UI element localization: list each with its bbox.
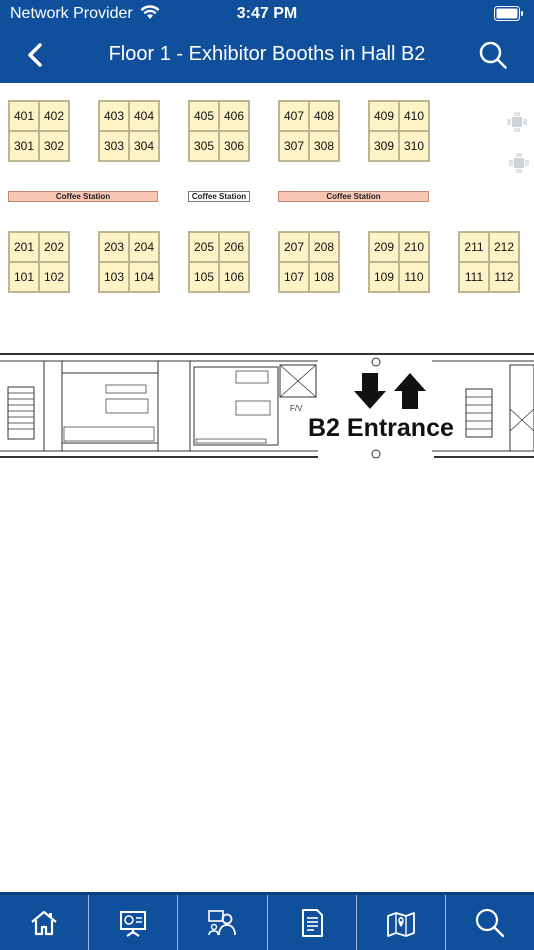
floor-plan-drawing: F/V (0, 353, 534, 459)
booth[interactable]: 309 (369, 131, 399, 161)
tab-search[interactable] (446, 895, 534, 950)
booth-block: 403 404 303 304 (98, 100, 160, 162)
booth[interactable]: 107 (279, 262, 309, 292)
clock: 3:47 PM (236, 5, 298, 22)
coffee-station[interactable]: Coffee Station (188, 191, 250, 202)
booth[interactable]: 306 (219, 131, 249, 161)
booth[interactable]: 407 (279, 101, 309, 131)
booth-block: 211 212 111 112 (458, 231, 520, 293)
booth[interactable]: 101 (9, 262, 39, 292)
booth[interactable]: 207 (279, 232, 309, 262)
status-bar: Network Provider 3:47 PM (0, 0, 534, 28)
booth-block: 405 406 305 306 (188, 100, 250, 162)
table-marker-icon (509, 153, 529, 173)
booth[interactable]: 301 (9, 131, 39, 161)
booth[interactable]: 208 (309, 232, 339, 262)
booth[interactable]: 406 (219, 101, 249, 131)
booth-block: 203 204 103 104 (98, 231, 160, 293)
booth[interactable]: 404 (129, 101, 159, 131)
booth[interactable]: 104 (129, 262, 159, 292)
booth[interactable]: 210 (399, 232, 429, 262)
booth[interactable]: 310 (399, 131, 429, 161)
booth-block: 409 410 309 310 (368, 100, 430, 162)
coffee-station[interactable]: Coffee Station (8, 191, 158, 202)
booth[interactable]: 307 (279, 131, 309, 161)
booth[interactable]: 212 (489, 232, 519, 262)
booth[interactable]: 405 (189, 101, 219, 131)
booth[interactable]: 204 (129, 232, 159, 262)
battery-icon (494, 6, 524, 26)
tab-documents[interactable] (268, 895, 357, 950)
booth[interactable]: 202 (39, 232, 69, 262)
svg-text:F/V: F/V (290, 404, 303, 413)
booth-block: 407 408 307 308 (278, 100, 340, 162)
chevron-left-icon (28, 43, 42, 67)
booth[interactable]: 108 (309, 262, 339, 292)
booth[interactable]: 408 (309, 101, 339, 131)
booth[interactable]: 201 (9, 232, 39, 262)
booth[interactable]: 209 (369, 232, 399, 262)
booth[interactable]: 103 (99, 262, 129, 292)
booth[interactable]: 109 (369, 262, 399, 292)
search-icon (475, 908, 505, 937)
booth[interactable]: 401 (9, 101, 39, 131)
booth[interactable]: 110 (399, 262, 429, 292)
booth[interactable]: 102 (39, 262, 69, 292)
booth[interactable]: 308 (309, 131, 339, 161)
presentation-icon (120, 910, 147, 937)
home-icon (31, 910, 57, 935)
booth[interactable]: 205 (189, 232, 219, 262)
booth-block: 401 402 301 302 (8, 100, 70, 162)
page-title: Floor 1 - Exhibitor Booths in Hall B2 (108, 43, 426, 65)
booth-block: 209 210 109 110 (368, 231, 430, 293)
booth[interactable]: 203 (99, 232, 129, 262)
booth[interactable]: 410 (399, 101, 429, 131)
search-button[interactable] (478, 40, 508, 70)
booth[interactable]: 206 (219, 232, 249, 262)
back-button[interactable] (22, 41, 50, 69)
booth[interactable]: 112 (489, 262, 519, 292)
table-marker-icon (507, 112, 527, 132)
booth[interactable]: 409 (369, 101, 399, 131)
document-icon (301, 908, 323, 937)
coffee-station[interactable]: Coffee Station (278, 191, 429, 202)
booth[interactable]: 303 (99, 131, 129, 161)
tab-map[interactable] (357, 895, 446, 950)
booth[interactable]: 304 (129, 131, 159, 161)
booth[interactable]: 211 (459, 232, 489, 262)
tab-bar (0, 892, 534, 950)
booth-block: 201 202 101 102 (8, 231, 70, 293)
navigation-bar: Floor 1 - Exhibitor Booths in Hall B2 (0, 28, 534, 83)
booth-block: 205 206 105 106 (188, 231, 250, 293)
booth[interactable]: 302 (39, 131, 69, 161)
tab-sessions[interactable] (89, 895, 179, 950)
map-icon (386, 911, 415, 937)
booth[interactable]: 105 (189, 262, 219, 292)
entrance-label: B2 Entrance (308, 414, 454, 442)
booth[interactable]: 106 (219, 262, 249, 292)
tab-home[interactable] (0, 895, 90, 950)
search-icon (479, 41, 507, 69)
booth[interactable]: 111 (459, 262, 489, 292)
booth[interactable]: 305 (189, 131, 219, 161)
booth[interactable]: 403 (99, 101, 129, 131)
speakers-icon (208, 909, 237, 935)
tab-speakers[interactable] (178, 895, 268, 950)
booth-block: 207 208 107 108 (278, 231, 340, 293)
booth[interactable]: 402 (39, 101, 69, 131)
